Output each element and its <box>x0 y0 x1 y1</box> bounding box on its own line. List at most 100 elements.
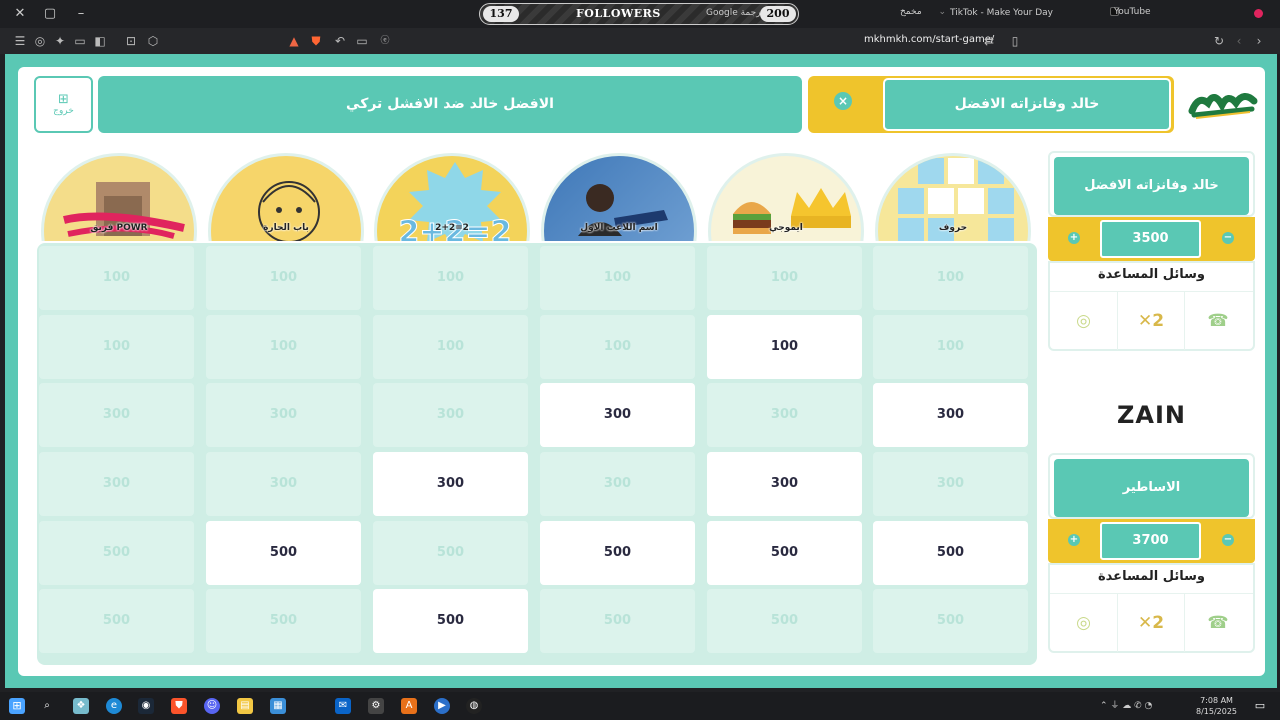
double-points-icon[interactable]: ✕2 <box>1117 292 1184 350</box>
exit-label: خروج <box>53 106 74 116</box>
exit-icon: ⊞ <box>58 92 69 107</box>
game-page: ⊞ خروج الافضل خالد ضد الافشل تركي × خالد… <box>5 54 1277 688</box>
clock-time: 7:08 AM <box>1200 696 1233 705</box>
question-cell[interactable]: 500 <box>707 521 862 585</box>
brave-icon[interactable]: ⛊ <box>171 698 187 714</box>
call-friend-icon[interactable]: ☎ <box>1184 594 1251 652</box>
bookmark-icon[interactable]: ▯ <box>1007 33 1023 49</box>
followers-left-count: 137 <box>483 6 519 22</box>
team-score: 3700 <box>1100 522 1201 560</box>
forward-icon[interactable]: › <box>1251 33 1267 49</box>
timer-lifeline-icon[interactable]: ◎ <box>1050 594 1117 652</box>
maximize-icon[interactable]: ▢ <box>42 6 58 22</box>
category-emoji[interactable]: ايموجي <box>706 151 866 241</box>
question-cell[interactable]: 300 <box>873 383 1028 447</box>
system-clock[interactable]: 7:08 AM 8/15/2025 <box>1196 695 1237 717</box>
minus-icon[interactable]: − <box>1222 232 1234 244</box>
back-history-icon[interactable]: ↶ <box>332 33 348 49</box>
shield-icon[interactable]: ◎ <box>32 33 48 49</box>
question-cell: 300 <box>873 452 1028 516</box>
timer-lifeline-icon[interactable]: ◎ <box>1050 292 1117 350</box>
system-tray-icons[interactable]: ⌃ ⏚ ☁ ✆ ◔ <box>1100 698 1160 714</box>
help-tools: وسائل المساعدة ◎ ✕2 ☎ <box>1048 563 1255 653</box>
reload-icon[interactable]: ↻ <box>1211 33 1227 49</box>
followers-label: FOLLOWERS <box>576 7 661 20</box>
store-icon[interactable]: ▦ <box>270 698 286 714</box>
widgets-icon[interactable]: ❖ <box>73 698 89 714</box>
screenshot-icon[interactable]: ⊡ <box>123 33 139 49</box>
edge-icon[interactable]: e <box>106 698 122 714</box>
question-cell[interactable]: 500 <box>373 589 528 653</box>
question-cell: 300 <box>39 383 194 447</box>
start-menu-icon[interactable]: ⊞ <box>9 698 25 714</box>
team-score-bar: + 3500 − <box>1048 217 1255 261</box>
extension-icon[interactable]: ✦ <box>52 33 68 49</box>
tabs-icon[interactable]: ▭ <box>72 33 88 49</box>
question-cell: 500 <box>707 589 862 653</box>
category-label: حروف <box>938 223 968 233</box>
sidebar-icon[interactable]: ◧ <box>92 33 108 49</box>
google-translate-label: Google ترجمة <box>706 8 764 18</box>
team-name-box: الاساطير <box>1048 453 1255 519</box>
steam-icon[interactable]: ◉ <box>138 698 154 714</box>
file-explorer-icon[interactable]: ▤ <box>237 698 253 714</box>
share-icon[interactable]: ⇄ <box>981 33 997 49</box>
search-icon[interactable]: ⌕ <box>39 698 55 714</box>
category-bab-alhara[interactable]: باب الحارة <box>206 151 366 241</box>
question-cell: 300 <box>39 452 194 516</box>
question-cell[interactable]: 100 <box>707 315 862 379</box>
question-cell: 100 <box>540 246 695 310</box>
minimize-icon[interactable]: – <box>73 6 89 22</box>
category-team-powr[interactable]: فريق POWR <box>39 151 199 241</box>
question-cell[interactable]: 500 <box>206 521 361 585</box>
display-icon[interactable]: ▭ <box>354 33 370 49</box>
category-label: 2+2=2 <box>435 223 469 233</box>
question-cell: 100 <box>373 315 528 379</box>
swap-turn-icon[interactable]: × <box>834 92 852 110</box>
back-icon[interactable]: ‹ <box>1231 33 1247 49</box>
tab-tiktok[interactable]: TikTok - Make Your Day <box>950 7 1123 18</box>
category-math[interactable]: 2+2=2 2+2=2 <box>372 151 532 241</box>
question-grid: 100 100 300 300 500 500 100 100 300 300 500 500 100 1… <box>37 243 1037 665</box>
exit-button[interactable]: ⊞ خروج <box>34 76 93 133</box>
plus-icon[interactable]: + <box>1068 534 1080 546</box>
question-cell[interactable]: 500 <box>873 521 1028 585</box>
obs-icon[interactable]: ◍ <box>466 698 482 714</box>
question-cell: 100 <box>39 315 194 379</box>
category-label: باب الحارة <box>263 223 309 233</box>
record-icon <box>1254 9 1263 18</box>
translate-icon[interactable]: ⓔ <box>377 33 393 49</box>
menu-icon[interactable]: ☰ <box>12 33 28 49</box>
close-window-icon[interactable]: ✕ <box>12 6 28 22</box>
category-first-player[interactable]: اسم اللاعب الاول <box>539 151 699 241</box>
category-label: فريق POWR <box>90 223 148 233</box>
address-url[interactable]: mkhmkh.com/start-game/ <box>864 34 994 45</box>
question-cell[interactable]: 500 <box>540 521 695 585</box>
tab-youtube[interactable]: YouTube <box>1114 7 1151 17</box>
app-blue-icon[interactable]: ▶ <box>434 698 450 714</box>
team-name: الاساطير <box>1054 459 1249 517</box>
discord-icon[interactable]: ☺ <box>204 698 220 714</box>
category-letters[interactable]: حروف <box>873 151 1033 241</box>
question-cell[interactable]: 300 <box>707 452 862 516</box>
brave-shield-icon[interactable]: ⛊ <box>308 33 324 49</box>
notifications-icon[interactable]: ▭ <box>1252 698 1268 714</box>
team-name-box: خالد وفانزاته الافضل <box>1048 151 1255 217</box>
minus-icon[interactable]: − <box>1222 534 1234 546</box>
turn-indicator: × خالد وفانزاته الافضل <box>808 76 1174 133</box>
settings-icon[interactable]: ⚙ <box>368 698 384 714</box>
tab-mkhmkh[interactable]: مخمخ ⌄ <box>900 7 946 17</box>
outlook-icon[interactable]: ✉ <box>335 698 351 714</box>
double-points-icon[interactable]: ✕2 <box>1117 594 1184 652</box>
question-cell[interactable]: 300 <box>540 383 695 447</box>
question-cell[interactable]: 300 <box>373 452 528 516</box>
app-a-icon[interactable]: A <box>401 698 417 714</box>
call-friend-icon[interactable]: ☎ <box>1184 292 1251 350</box>
plus-icon[interactable]: + <box>1068 232 1080 244</box>
help-tools-row: ◎ ✕2 ☎ <box>1050 291 1253 350</box>
help-tools: وسائل المساعدة ◎ ✕2 ☎ <box>1048 261 1255 351</box>
question-cell: 100 <box>39 246 194 310</box>
puzzle-icon[interactable]: ⬡ <box>145 33 161 49</box>
help-tools-title: وسائل المساعدة <box>1098 267 1205 282</box>
alert-icon[interactable]: ▲ <box>286 33 302 49</box>
